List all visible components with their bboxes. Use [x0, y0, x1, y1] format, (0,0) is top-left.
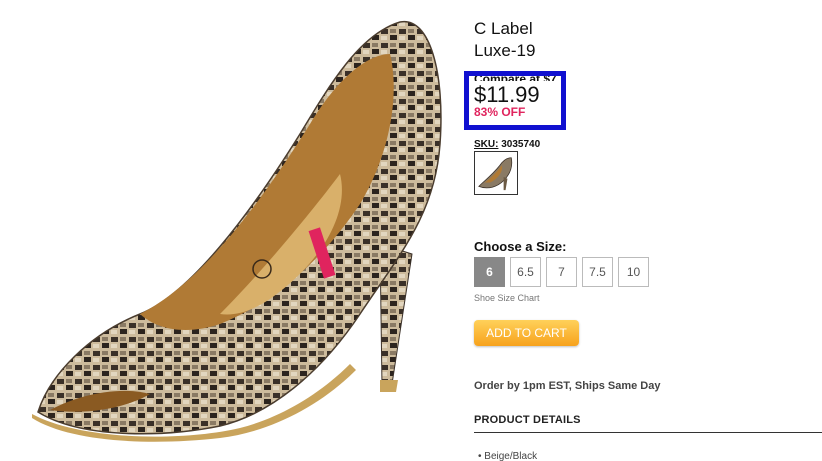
add-to-cart-button[interactable]: ADD TO CART — [474, 320, 579, 346]
shipping-note: Order by 1pm EST, Ships Same Day — [474, 380, 661, 392]
sku-value: 3035740 — [501, 139, 541, 150]
product-details-heading: PRODUCT DETAILS — [474, 414, 581, 426]
size-option-7-5[interactable]: 7.5 — [582, 257, 613, 287]
price-highlight-box — [464, 71, 566, 130]
divider — [474, 432, 822, 433]
size-chart-link[interactable]: Shoe Size Chart — [474, 293, 540, 303]
size-option-6[interactable]: 6 — [474, 257, 505, 287]
detail-item: • Beige/Black — [478, 451, 538, 461]
sku: SKU: 3035740 — [474, 139, 540, 150]
product-brand: C Label — [474, 19, 533, 38]
size-option-7[interactable]: 7 — [546, 257, 577, 287]
product-model: Luxe-19 — [474, 41, 536, 60]
product-thumbnail[interactable] — [474, 151, 518, 195]
size-option-6-5[interactable]: 6.5 — [510, 257, 541, 287]
size-option-10[interactable]: 10 — [618, 257, 649, 287]
sku-label: SKU: — [474, 139, 499, 150]
choose-size-title: Choose a Size: — [474, 239, 567, 254]
product-image — [32, 20, 442, 442]
size-options: 6 6.5 7 7.5 10 — [474, 257, 649, 287]
